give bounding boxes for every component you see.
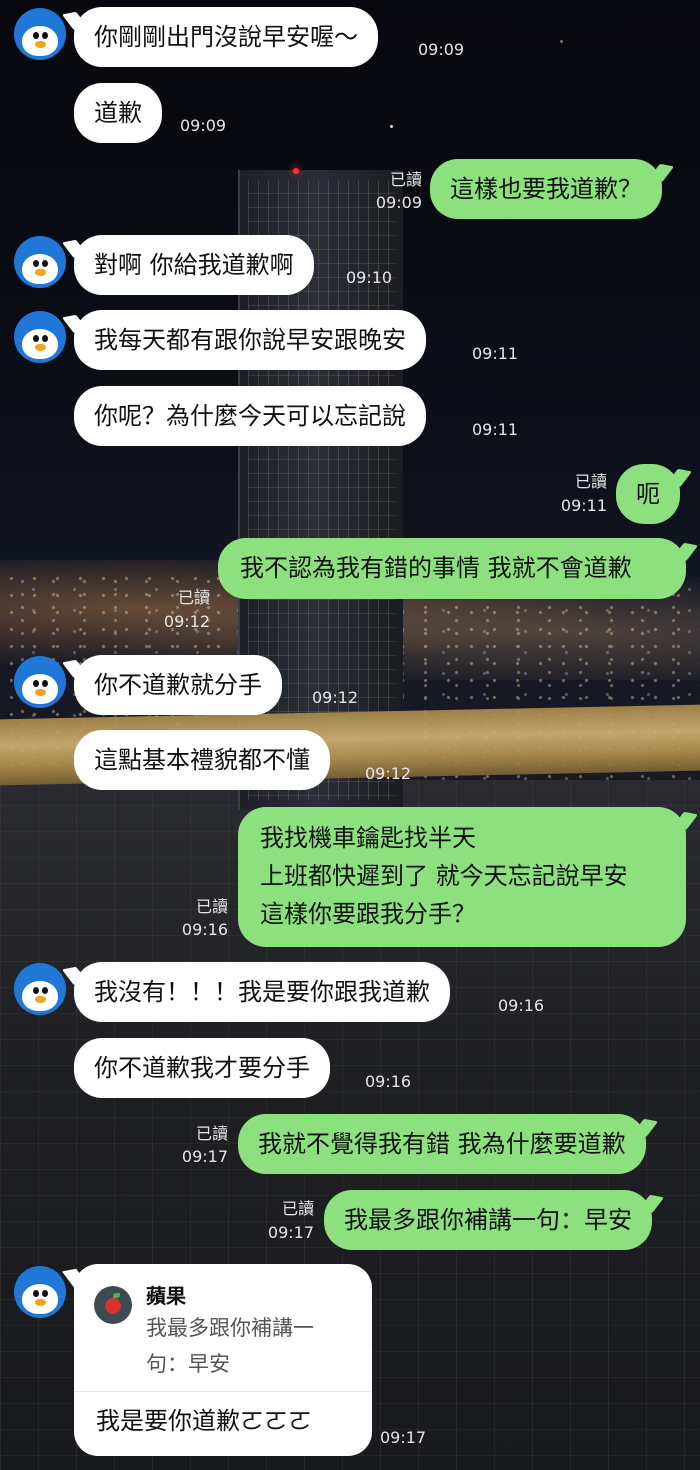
message-bubble-outgoing[interactable]: 我就不覺得我有錯 我為什麼要道歉 <box>238 1114 646 1174</box>
read-receipt: 已讀 <box>195 1124 228 1143</box>
message-time: 09:12 <box>163 612 210 631</box>
penguin-icon <box>35 344 46 351</box>
chat-thread: 你剛剛出門沒說早安喔～ 09:09 道歉 09:09 已讀 09:09 這樣也要… <box>0 0 700 1470</box>
quoted-sender-name: 蘋果 <box>146 1284 186 1308</box>
message-time: 09:12 <box>365 764 412 783</box>
contact-avatar[interactable] <box>14 963 66 1015</box>
message-bubble-incoming[interactable]: 你不道歉就分手 <box>74 655 282 715</box>
read-receipt: 已讀 <box>177 588 210 607</box>
message-time: 09:16 <box>365 1072 412 1091</box>
divider <box>74 1391 372 1392</box>
contact-avatar[interactable] <box>14 656 66 708</box>
message-time: 09:11 <box>472 344 519 363</box>
read-receipt: 已讀 <box>389 170 422 189</box>
message-bubble-incoming[interactable]: 我沒有！！！我是要你跟我道歉 <box>74 962 450 1022</box>
contact-avatar[interactable] <box>14 8 66 60</box>
message-time: 09:09 <box>375 193 422 212</box>
penguin-icon <box>35 1299 46 1306</box>
message-bubble-outgoing[interactable]: 呃 <box>616 464 680 524</box>
read-receipt: 已讀 <box>281 1199 314 1218</box>
message-time: 09:17 <box>380 1428 427 1447</box>
contact-avatar[interactable] <box>14 311 66 363</box>
message-bubble-outgoing[interactable]: 我最多跟你補講一句：早安 <box>324 1190 652 1250</box>
message-bubble-incoming[interactable]: 我每天都有跟你說早安跟晚安 <box>74 310 426 370</box>
message-bubble-outgoing[interactable]: 我不認為我有錯的事情 我就不會道歉 <box>218 538 686 599</box>
reply-message-text: 我是要你道歉ㄛㄛㄛ <box>96 1407 312 1435</box>
apple-icon <box>94 1286 132 1324</box>
contact-avatar[interactable] <box>14 236 66 288</box>
message-time: 09:10 <box>346 268 393 287</box>
message-bubble-incoming[interactable]: 你不道歉我才要分手 <box>74 1038 330 1098</box>
message-time: 09:11 <box>560 496 607 515</box>
message-time: 09:11 <box>472 420 519 439</box>
penguin-icon <box>35 41 46 48</box>
message-bubble-outgoing[interactable]: 我找機車鑰匙找半天 上班都快遲到了 就今天忘記說早安 這樣你要跟我分手？ <box>238 807 686 947</box>
message-time: 09:17 <box>267 1223 314 1242</box>
message-bubble-incoming[interactable]: 對啊 你給我道歉啊 <box>74 235 314 295</box>
message-bubble-outgoing[interactable]: 這樣也要我道歉？ <box>430 159 662 219</box>
read-receipt: 已讀 <box>195 897 228 916</box>
reply-message-card[interactable]: 蘋果 我最多跟你補講一句：早安 我是要你道歉ㄛㄛㄛ <box>74 1264 372 1456</box>
message-time: 09:16 <box>498 996 545 1015</box>
message-time: 09:09 <box>418 40 465 59</box>
quoted-message-text[interactable]: 我最多跟你補講一句：早安 <box>146 1310 342 1382</box>
penguin-icon <box>35 689 46 696</box>
message-time: 09:16 <box>181 920 228 939</box>
penguin-icon <box>35 996 46 1003</box>
message-bubble-incoming[interactable]: 你呢？為什麼今天可以忘記說 <box>74 386 426 446</box>
message-time: 09:09 <box>180 116 227 135</box>
contact-avatar[interactable] <box>14 1266 66 1318</box>
message-time: 09:17 <box>181 1147 228 1166</box>
message-bubble-incoming[interactable]: 你剛剛出門沒說早安喔～ <box>74 7 378 67</box>
message-bubble-incoming[interactable]: 這點基本禮貌都不懂 <box>74 730 330 790</box>
message-bubble-incoming[interactable]: 道歉 <box>74 83 162 143</box>
penguin-icon <box>35 269 46 276</box>
message-time: 09:12 <box>312 688 359 707</box>
read-receipt: 已讀 <box>574 472 607 491</box>
